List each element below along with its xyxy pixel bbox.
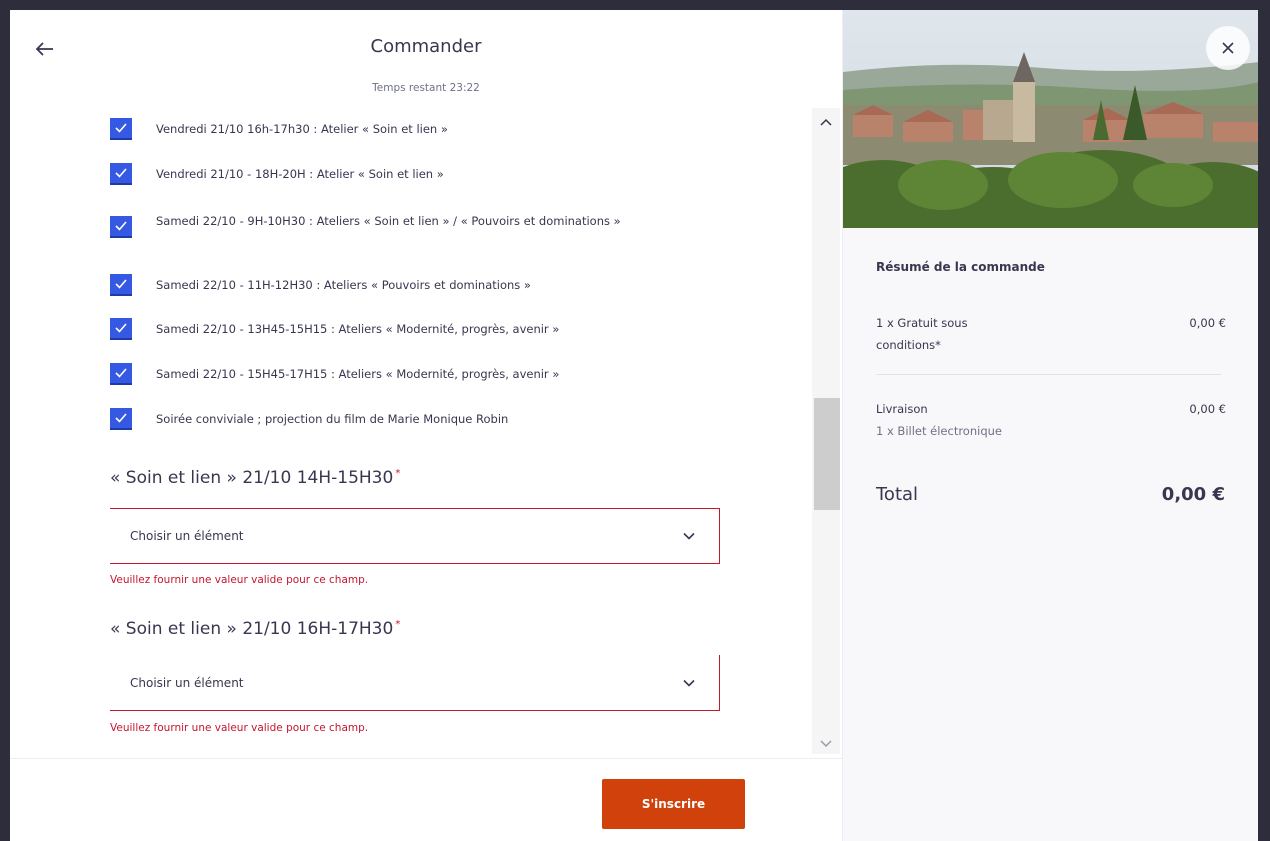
chevron-up-icon[interactable] (818, 114, 834, 130)
required-mark: * (395, 468, 401, 479)
form-scrollbar[interactable] (812, 108, 840, 754)
close-button[interactable] (1206, 26, 1250, 70)
option-row: Samedi 22/10 - 13H45-15H15 : Ateliers « … (110, 318, 716, 340)
option-label: Samedi 22/10 - 11H-12H30 : Ateliers « Po… (156, 278, 531, 292)
required-mark: * (395, 619, 401, 630)
page-title: Commander (370, 36, 482, 57)
option-checkbox[interactable] (110, 274, 132, 296)
register-button[interactable]: S'inscrire (602, 779, 745, 829)
session-select[interactable]: Choisir un élément (110, 655, 720, 711)
summary-title: Résumé de la commande (876, 260, 1045, 274)
line-item-amount: 0,00 € (1189, 316, 1226, 330)
option-label: Samedi 22/10 - 15H45-17H15 : Ateliers « … (156, 367, 560, 381)
delivery-amount: 0,00 € (1189, 402, 1226, 416)
session-select[interactable]: Choisir un élément (110, 508, 720, 564)
option-label: Vendredi 21/10 16h-17h30 : Atelier « Soi… (156, 122, 448, 136)
option-checkbox[interactable] (110, 216, 132, 238)
option-row: Vendredi 21/10 - 18H-20H : Atelier « Soi… (110, 163, 716, 185)
checkout-modal: Commander Temps restant 23:22 Vendredi 2… (10, 10, 1258, 841)
total-label: Total (876, 484, 919, 505)
option-checkbox[interactable] (110, 318, 132, 340)
check-icon (115, 323, 127, 333)
checkout-form-pane: Commander Temps restant 23:22 Vendredi 2… (10, 10, 842, 841)
option-checkbox[interactable] (110, 163, 132, 185)
delivery-name: Livraison (876, 402, 928, 416)
option-row: Soirée conviviale ; projection du film d… (110, 408, 716, 430)
option-row: Samedi 22/10 - 9H-10H30 : Ateliers « Soi… (110, 214, 716, 238)
check-icon (115, 168, 127, 178)
check-icon (115, 123, 127, 133)
summary-divider (876, 374, 1221, 375)
chevron-down-icon (683, 679, 695, 687)
event-image (843, 10, 1258, 228)
option-checkbox[interactable] (110, 363, 132, 385)
line-item-name: 1 x Gratuit sous conditions* (876, 316, 968, 352)
field-title-text: « Soin et lien » 21/10 16H-17H30 (110, 619, 394, 639)
check-icon (115, 221, 127, 231)
chevron-down-icon[interactable] (818, 736, 834, 752)
scrollbar-thumb[interactable] (814, 398, 840, 510)
delivery-detail: 1 x Billet électronique (876, 424, 1002, 438)
field-title-text: « Soin et lien » 21/10 14H-15H30 (110, 468, 394, 488)
check-icon (115, 279, 127, 289)
field-title: « Soin et lien » 21/10 14H-15H30 * (110, 468, 400, 488)
check-icon (115, 413, 127, 423)
select-placeholder: Choisir un élément (130, 675, 244, 690)
option-checkbox[interactable] (110, 118, 132, 140)
option-label: Samedi 22/10 - 13H45-15H15 : Ateliers « … (156, 322, 560, 336)
option-label: Samedi 22/10 - 9H-10H30 : Ateliers « Soi… (156, 214, 621, 228)
option-row: Samedi 22/10 - 15H45-17H15 : Ateliers « … (110, 363, 716, 385)
form-scroll-area: Vendredi 21/10 16h-17h30 : Atelier « Soi… (10, 110, 840, 750)
village-landscape-image (843, 10, 1258, 228)
option-row: Samedi 22/10 - 11H-12H30 : Ateliers « Po… (110, 274, 716, 296)
check-icon (115, 368, 127, 378)
option-checkbox[interactable] (110, 408, 132, 430)
chevron-down-icon (683, 532, 695, 540)
field-error: Veuillez fournir une valeur valide pour … (110, 574, 369, 586)
option-label: Vendredi 21/10 - 18H-20H : Atelier « Soi… (156, 167, 444, 181)
form-footer: S'inscrire (10, 758, 842, 841)
close-icon (1222, 42, 1234, 54)
field-title: « Soin et lien » 21/10 16H-17H30 * (110, 619, 400, 639)
total-amount: 0,00 € (1161, 484, 1225, 505)
field-error: Veuillez fournir une valeur valide pour … (110, 722, 369, 734)
time-remaining: Temps restant 23:22 (372, 82, 480, 94)
option-label: Soirée conviviale ; projection du film d… (156, 412, 509, 426)
option-row: Vendredi 21/10 16h-17h30 : Atelier « Soi… (110, 118, 716, 140)
select-placeholder: Choisir un élément (130, 529, 244, 543)
order-summary-pane: Résumé de la commande 1 x Gratuit sous c… (842, 10, 1258, 841)
